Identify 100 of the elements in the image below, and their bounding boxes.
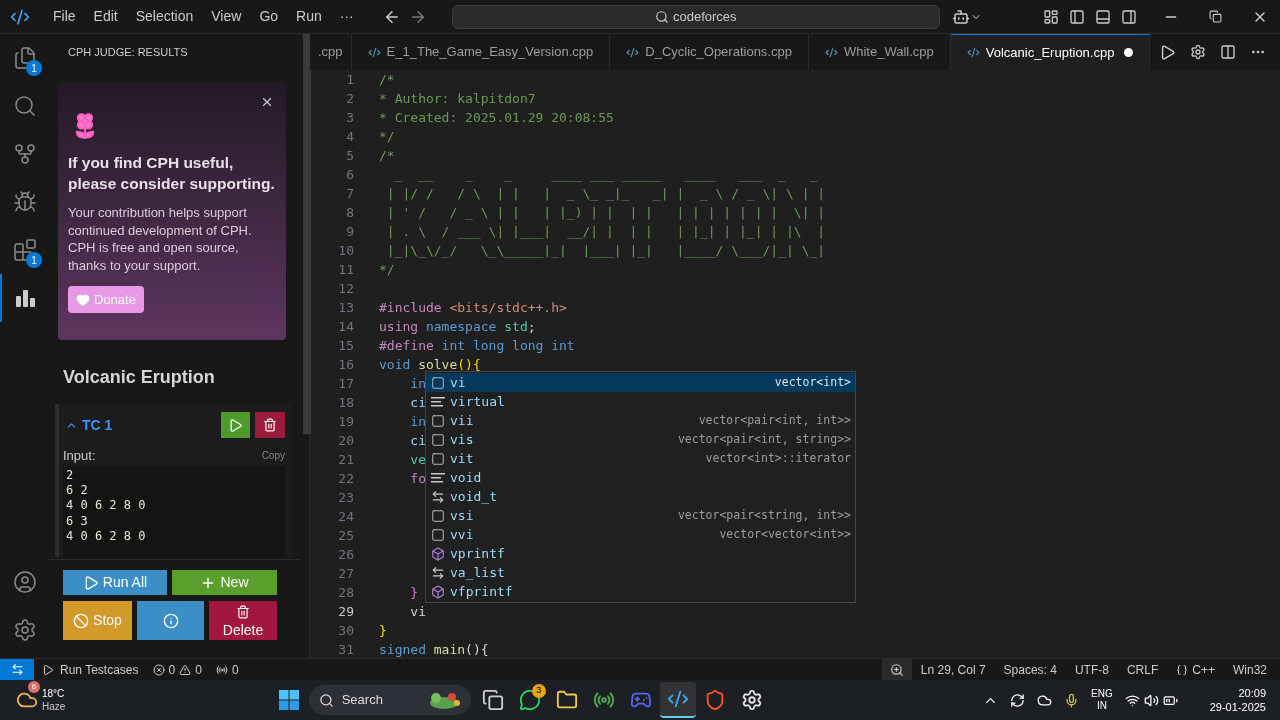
menu-item[interactable]: File <box>44 6 85 27</box>
run-testcase-button[interactable] <box>221 412 250 438</box>
status-item[interactable]: Win32 <box>1224 660 1276 679</box>
wifi-icon <box>1124 692 1140 708</box>
line-number: 26 <box>337 546 354 564</box>
volume-icon <box>1143 692 1159 708</box>
account-icon <box>13 570 37 594</box>
suggestion-item[interactable]: vfprintf <box>426 582 855 601</box>
snippet-icon <box>431 527 445 542</box>
input-line: 6 3 <box>66 513 89 530</box>
editor-tab[interactable]: D_Cyclic_Operations.cpp <box>610 34 809 70</box>
line-number: 20 <box>337 432 354 450</box>
stop-icon <box>73 612 90 629</box>
suggestion-item[interactable]: va_list <box>426 563 855 582</box>
cloud-icon[interactable] <box>1037 692 1053 708</box>
layout-icon[interactable] <box>1043 8 1059 25</box>
input-line: 2 <box>66 467 75 483</box>
status-item[interactable]: Ln 29, Col 7 <box>911 660 995 679</box>
secondary-sidebar-icon[interactable] <box>1121 8 1137 25</box>
line-number: 10 <box>337 242 354 260</box>
extensions-icon <box>13 238 37 262</box>
code-line: /* <box>379 147 395 165</box>
status-item[interactable]: UTF-8 <box>1065 660 1118 679</box>
copy-link[interactable]: Copy <box>261 448 285 464</box>
suggestion-item[interactable]: void <box>426 468 855 487</box>
activity-item[interactable]: 1 <box>0 34 48 82</box>
delete-testcase-button[interactable] <box>255 412 285 438</box>
suggestion-item[interactable]: vsi vector<pair<string, int>> <box>426 506 855 525</box>
close-icon[interactable] <box>260 95 274 109</box>
run-testcases-button[interactable]: Run Testcases <box>42 660 139 679</box>
line-number: 28 <box>337 584 354 602</box>
code-line: |_|\_\/_/ \_\_____|_| |___| |_| |____/ \___/|_| \_| <box>385 242 826 260</box>
suggestion-item[interactable]: vprintf <box>426 544 855 563</box>
activity-item[interactable]: 1 <box>0 226 48 274</box>
problems-status[interactable]: 0 0 <box>152 660 202 679</box>
split-editor-icon[interactable] <box>1220 44 1236 60</box>
code-line: in <box>409 413 426 431</box>
ports-status[interactable]: 0 <box>215 660 239 679</box>
code-line: using namespace std; <box>379 318 536 336</box>
editor-tab[interactable]: .cpp <box>310 34 352 70</box>
run-icon[interactable] <box>1159 43 1176 61</box>
suggestion-item[interactable]: vi vector<int> <box>426 373 855 392</box>
editor-tab[interactable]: Volcanic_Eruption.cpp <box>950 34 1151 70</box>
restore-icon[interactable] <box>1209 10 1222 23</box>
suggestion-detail: vector<int> <box>774 374 851 391</box>
broadcast-icon <box>215 663 228 676</box>
code-line: #define int long long int <box>379 337 575 355</box>
system-tray[interactable] <box>1124 692 1178 708</box>
zoom-button[interactable] <box>881 659 912 680</box>
temperature: 18°C <box>42 687 66 700</box>
suggestion-label: vii <box>450 412 474 430</box>
scrollbar-thumb[interactable] <box>303 34 311 434</box>
menu-item[interactable]: Edit <box>84 6 127 27</box>
line-number: 13 <box>337 299 354 317</box>
language-indicator[interactable]: ENG IN <box>1091 688 1113 712</box>
suggestion-item[interactable]: vvi vector<vector<int>> <box>426 525 855 544</box>
menu-item[interactable]: Go <box>250 6 288 27</box>
microphone-icon[interactable] <box>1064 692 1080 708</box>
line-number: 1 <box>345 71 354 89</box>
suggestion-label: vvi <box>450 526 474 544</box>
menu-item[interactable]: View <box>202 6 251 27</box>
taskbar-search-field[interactable]: Search <box>308 685 471 715</box>
editor-tab[interactable]: White_Wall.cpp <box>808 34 951 70</box>
clock[interactable]: 20:09 29-01-2025 <box>1209 686 1266 714</box>
taskbar-app[interactable]: 3 <box>511 682 548 718</box>
command-search-field[interactable]: codeforces <box>451 4 940 29</box>
suggestion-item[interactable]: vit vector<int>::iterator <box>426 449 855 468</box>
panel-toggle-icon[interactable] <box>1095 8 1111 25</box>
suggestion-item[interactable]: vis vector<pair<int, string>> <box>426 430 855 449</box>
trash-icon <box>236 604 250 619</box>
suggestion-label: va_list <box>450 564 505 582</box>
menu-item[interactable]: ··· <box>330 6 363 27</box>
keyword-icon <box>431 471 445 484</box>
status-item[interactable]: CRLF <box>1117 660 1168 679</box>
menu-item[interactable]: Selection <box>126 6 203 27</box>
code-line: /* <box>379 71 395 89</box>
braces-icon <box>1176 663 1189 676</box>
run-all-button[interactable]: Run All <box>63 570 167 595</box>
testcase-toggle[interactable]: TC 1 <box>65 414 113 436</box>
sync-icon[interactable] <box>1010 692 1026 708</box>
remote-button[interactable] <box>0 659 34 680</box>
chat-icon <box>518 689 541 711</box>
line-number: 4 <box>345 128 354 146</box>
line-number: 27 <box>337 565 354 583</box>
editor-tab[interactable]: E_1_The_Game_Easy_Version.cpp <box>351 34 611 70</box>
menu-item[interactable]: Run <box>287 6 331 27</box>
taskbar-app[interactable] <box>659 682 696 718</box>
delete-button[interactable]: Delete <box>209 601 277 640</box>
copilot-icon[interactable] <box>951 7 970 26</box>
status-item[interactable]: C++ <box>1167 660 1224 679</box>
start-icon[interactable] <box>278 690 299 710</box>
suggestion-item[interactable]: void_t <box>426 487 855 506</box>
suggestion-item[interactable]: vii vector<pair<int, int>> <box>426 411 855 430</box>
sidebar-toggle-icon[interactable] <box>1069 8 1085 25</box>
suggestion-item[interactable]: virtual <box>426 392 855 411</box>
zoom-icon <box>889 662 904 677</box>
settings-icon[interactable] <box>1190 44 1206 60</box>
suggestion-label: vprintf <box>450 545 505 563</box>
status-item[interactable]: Spaces: 4 <box>994 660 1066 679</box>
suggestion-label: virtual <box>450 393 505 411</box>
